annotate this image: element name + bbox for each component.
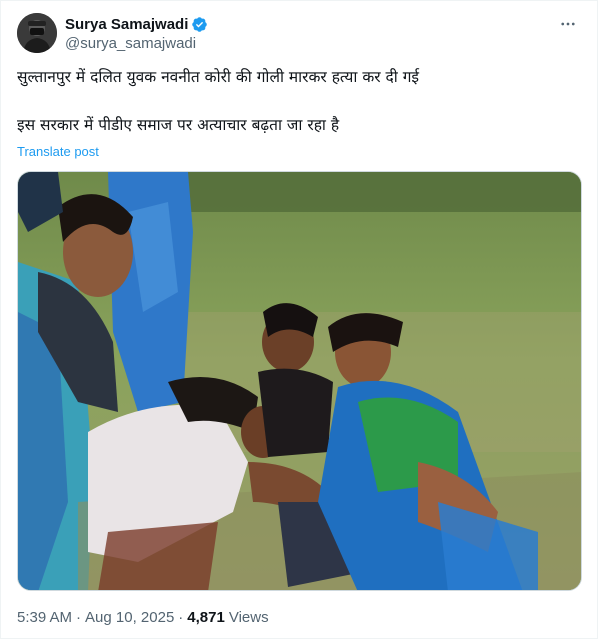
tweet-header: Surya Samajwadi @surya_samajwadi (17, 11, 583, 57)
tweet-meta: 5:39 AM · Aug 10, 2025 · 4,871 Views (17, 609, 269, 626)
author-block: Surya Samajwadi @surya_samajwadi (65, 14, 208, 52)
verified-badge-icon (191, 16, 208, 33)
avatar[interactable] (17, 13, 57, 53)
views-count: 4,871 (187, 609, 225, 626)
tweet-time[interactable]: 5:39 AM (17, 609, 72, 626)
tweet-text-line-1: सुल्तानपुर में दलित युवक नवनीत कोरी की ग… (17, 68, 420, 86)
translate-post-link[interactable]: Translate post (17, 144, 99, 159)
tweet-date[interactable]: Aug 10, 2025 (85, 609, 174, 626)
more-options-button[interactable] (557, 13, 579, 35)
author-handle[interactable]: @surya_samajwadi (65, 35, 208, 52)
tweet-media-photo[interactable] (17, 171, 582, 591)
meta-separator: · (76, 609, 82, 626)
masked-person-avatar-icon (17, 13, 57, 53)
views-label: Views (228, 609, 269, 626)
photo-of-grieving-women-in-field (18, 172, 581, 590)
meta-separator: · (178, 609, 184, 626)
tweet-text-line-2: इस सरकार में पीडीए समाज पर अत्याचार बढ़त… (17, 116, 340, 134)
tweet-card: Surya Samajwadi @surya_samajwadi सुल्तान… (0, 0, 598, 639)
more-horizontal-icon (561, 22, 575, 26)
author-display-name[interactable]: Surya Samajwadi (65, 16, 188, 33)
tweet-text: सुल्तानपुर में दलित युवक नवनीत कोरी की ग… (17, 65, 581, 137)
